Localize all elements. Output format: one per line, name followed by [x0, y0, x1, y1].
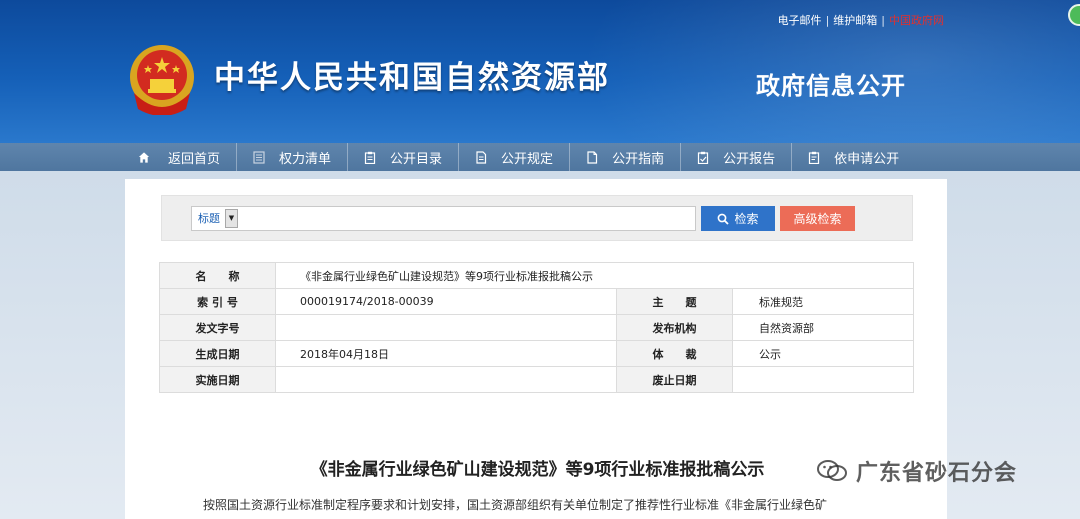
doc-number-value [275, 314, 617, 341]
home-icon [138, 151, 150, 164]
publisher-label: 发布机构 [616, 314, 733, 341]
wechat-icon [817, 460, 847, 481]
search-icon [718, 213, 730, 225]
publisher-value: 自然资源部 [732, 314, 914, 341]
table-row: 名 称 《非金属行业绿色矿山建设规范》等9项行业标准报批稿公示 [159, 262, 914, 289]
main-nav: 返回首页 权力清单 公开目录 公开规定 公开指南 公开报告 依申请公开 [0, 143, 1080, 171]
effective-date-value [275, 366, 617, 393]
section-title: 政府信息公开 [756, 72, 906, 100]
search-input[interactable] [240, 208, 692, 229]
email-link[interactable]: 电子邮件 [778, 12, 822, 28]
genre-value: 公示 [732, 340, 914, 367]
nav-label: 返回首页 [168, 151, 221, 167]
advanced-search-button[interactable]: 高级检索 [780, 206, 855, 231]
nav-item-report[interactable]: 公开报告 [681, 143, 793, 171]
document-icon [475, 150, 487, 164]
search-button-label: 检索 [734, 212, 759, 226]
site-header: 电子邮件 | 维护邮箱 | 中国政府网 中华人民共和国自然资源部 政府信息公开 [0, 0, 1080, 143]
doc-number-label: 发文字号 [159, 314, 276, 341]
link-separator: | [825, 13, 830, 27]
genre-label: 体 裁 [616, 340, 733, 367]
nav-label: 公开规定 [501, 151, 554, 167]
article-title: 《非金属行业绿色矿山建设规范》等9项行业标准报批稿公示 [310, 460, 765, 480]
created-date-label: 生成日期 [159, 340, 276, 367]
expiry-date-value [732, 366, 914, 393]
browser-extension-icon[interactable] [1068, 4, 1080, 26]
topic-label: 主 题 [616, 288, 733, 315]
nav-item-apply[interactable]: 依申请公开 [792, 143, 915, 171]
nav-item-catalog[interactable]: 公开目录 [348, 143, 460, 171]
index-value: 000019174/2018-00039 [275, 288, 617, 315]
watermark: 广东省砂石分会 [816, 455, 1017, 487]
nav-label: 公开指南 [612, 151, 665, 167]
table-row: 实施日期 废止日期 [159, 366, 914, 393]
list-icon [253, 150, 265, 164]
apply-icon [808, 151, 820, 164]
topic-value: 标准规范 [732, 288, 914, 315]
nav-label: 依申请公开 [834, 151, 900, 167]
name-label: 名 称 [159, 262, 276, 289]
table-row: 发文字号 发布机构 自然资源部 [159, 314, 914, 341]
created-date-value: 2018年04月18日 [275, 340, 617, 367]
index-label: 索 引 号 [159, 288, 276, 315]
nav-item-home[interactable]: 返回首页 [138, 143, 238, 171]
report-icon [697, 151, 709, 164]
nav-item-power-list[interactable]: 权力清单 [237, 143, 349, 171]
name-value: 《非金属行业绿色矿山建设规范》等9项行业标准报批稿公示 [275, 262, 914, 289]
advanced-search-label: 高级检索 [793, 212, 842, 226]
effective-date-label: 实施日期 [159, 366, 276, 393]
document-info-table: 名 称 《非金属行业绿色矿山建设规范》等9项行业标准报批稿公示 索 引 号 00… [159, 262, 914, 393]
watermark-text: 广东省砂石分会 [856, 461, 1018, 486]
search-field: 标题 ▼ [191, 206, 696, 231]
expiry-date-label: 废止日期 [616, 366, 733, 393]
table-row: 生成日期 2018年04月18日 体 裁 公示 [159, 340, 914, 367]
nav-item-regulations[interactable]: 公开规定 [459, 143, 571, 171]
page-icon [586, 150, 598, 164]
national-emblem-icon[interactable] [128, 43, 196, 115]
nav-label: 公开报告 [723, 151, 776, 167]
top-links: 电子邮件 | 维护邮箱 | 中国政府网 [778, 12, 944, 28]
search-button[interactable]: 检索 [701, 206, 775, 231]
chevron-down-icon[interactable]: ▼ [225, 209, 238, 228]
table-row: 索 引 号 000019174/2018-00039 主 题 标准规范 [159, 288, 914, 315]
article-body: 按照国土资源行业标准制定程序要求和计划安排，国土资源部组织有关单位制定了推荐性行… [203, 498, 828, 512]
link-separator: | [881, 13, 885, 27]
nav-label: 权力清单 [279, 151, 332, 167]
site-title[interactable]: 中华人民共和国自然资源部 [214, 52, 610, 97]
clipboard-icon [364, 151, 376, 164]
gov-site-link[interactable]: 中国政府网 [889, 12, 944, 28]
admin-email-link[interactable]: 维护邮箱 [833, 12, 877, 28]
nav-label: 公开目录 [390, 151, 443, 167]
nav-item-guide[interactable]: 公开指南 [570, 143, 682, 171]
